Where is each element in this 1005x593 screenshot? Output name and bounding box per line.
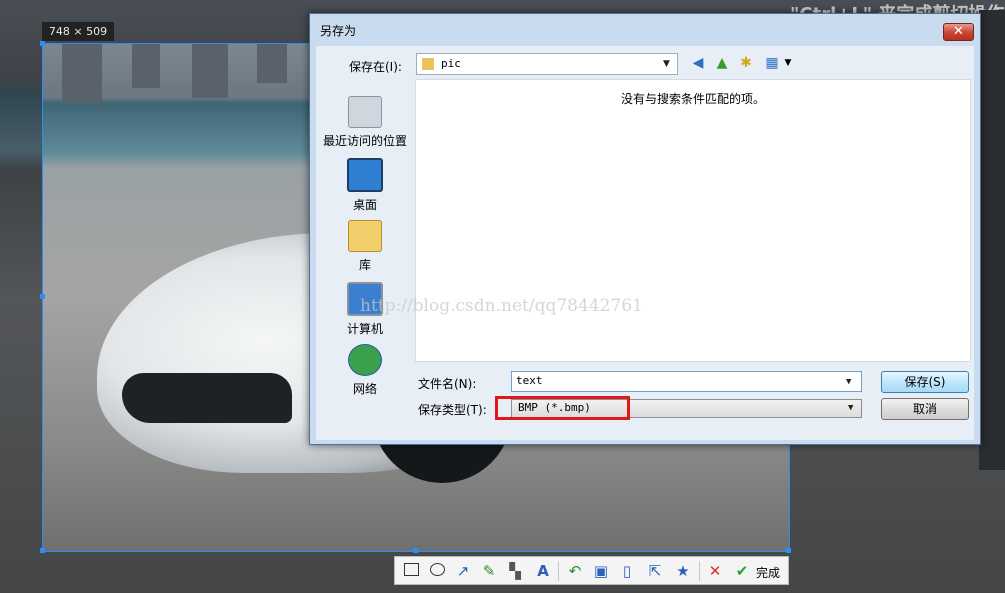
dialog-title: 另存为 <box>320 24 357 38</box>
chevron-down-icon: ▼ <box>663 59 670 69</box>
filename-value: text <box>516 374 543 387</box>
dialog-body: 保存在(I): pic ▼ ◀ ▲ ✱ ▦ ▼ 最近访问的位置 桌面 库 计算机… <box>316 46 974 440</box>
resize-handle-bottom-right[interactable] <box>786 548 791 553</box>
empty-list-message: 没有与搜索条件匹配的项。 <box>620 92 765 106</box>
chevron-down-icon: ▼ <box>846 377 852 387</box>
close-icon: ✕ <box>953 24 964 39</box>
desktop-icon <box>347 158 383 192</box>
rectangle-icon[interactable] <box>401 561 421 581</box>
copy-icon[interactable]: ▯ <box>617 561 637 581</box>
dialog-titlebar[interactable]: 另存为 ✕ <box>310 14 980 46</box>
place-desktop[interactable]: 桌面 <box>316 158 414 213</box>
place-network[interactable]: 网络 <box>316 344 414 397</box>
resize-handle-left[interactable] <box>40 294 45 299</box>
places-bar: 最近访问的位置 桌面 库 计算机 网络 <box>316 82 414 396</box>
text-icon[interactable]: A <box>533 561 553 581</box>
place-recent[interactable]: 最近访问的位置 <box>316 96 414 149</box>
place-libraries[interactable]: 库 <box>316 220 414 273</box>
filename-label: 文件名(N): <box>418 377 477 391</box>
filetype-label: 保存类型(T): <box>418 403 487 417</box>
place-label: 最近访问的位置 <box>322 134 407 148</box>
place-label: 网络 <box>352 382 377 396</box>
resize-handle-bottom-left[interactable] <box>40 548 45 553</box>
capture-toolbar: ↗ ✎ ▚ A ↶ ▣ ▯ ⇱ ★ ✕ ✔ 完成 <box>394 556 789 585</box>
place-label: 计算机 <box>346 322 383 336</box>
mosaic-icon[interactable]: ▚ <box>505 561 525 581</box>
network-icon <box>348 344 382 376</box>
resize-handle-top-left[interactable] <box>40 41 45 46</box>
close-button[interactable]: ✕ <box>943 23 974 41</box>
back-icon[interactable]: ◀ <box>688 53 708 73</box>
undo-icon[interactable]: ↶ <box>565 561 585 581</box>
chevron-down-icon: ▼ <box>848 403 854 413</box>
save-icon[interactable]: ▣ <box>591 561 611 581</box>
done-check-icon[interactable]: ✔ <box>732 561 752 581</box>
watermark-text: http://blog.csdn.net/qq78442761 <box>360 296 643 316</box>
place-label: 库 <box>358 258 371 272</box>
background-scrollbar <box>979 10 1005 470</box>
arrow-icon[interactable]: ↗ <box>453 561 473 581</box>
done-button-label[interactable]: 完成 <box>756 564 780 581</box>
share-icon[interactable]: ⇱ <box>645 561 665 581</box>
brush-icon[interactable]: ✎ <box>479 561 499 581</box>
cancel-button[interactable]: 取消 <box>881 398 969 420</box>
new-folder-icon[interactable]: ✱ <box>736 53 756 73</box>
save-button[interactable]: 保存(S) <box>881 371 969 393</box>
save-in-label: 保存在(I): <box>349 60 402 74</box>
place-label: 桌面 <box>352 198 377 212</box>
resize-handle-bottom[interactable] <box>413 548 418 553</box>
view-chevron-down-icon[interactable]: ▼ <box>778 53 798 73</box>
up-folder-icon[interactable]: ▲ <box>712 53 732 73</box>
filetype-highlight-annotation <box>495 396 630 420</box>
save-in-dropdown[interactable]: pic ▼ <box>416 53 678 75</box>
cancel-icon[interactable]: ✕ <box>705 561 725 581</box>
selection-size-label: 748 × 509 <box>42 22 114 41</box>
libraries-icon <box>348 220 382 252</box>
file-list-view[interactable]: 没有与搜索条件匹配的项。 <box>415 79 971 362</box>
recent-places-icon <box>348 96 382 128</box>
folder-icon <box>422 58 434 70</box>
save-in-value: pic <box>441 57 461 70</box>
filename-field[interactable]: text ▼ <box>511 371 862 392</box>
pin-icon[interactable]: ★ <box>673 561 693 581</box>
ellipse-icon[interactable] <box>427 561 447 581</box>
save-as-dialog: 另存为 ✕ 保存在(I): pic ▼ ◀ ▲ ✱ ▦ ▼ 最近访问的位置 桌面 <box>309 13 981 445</box>
